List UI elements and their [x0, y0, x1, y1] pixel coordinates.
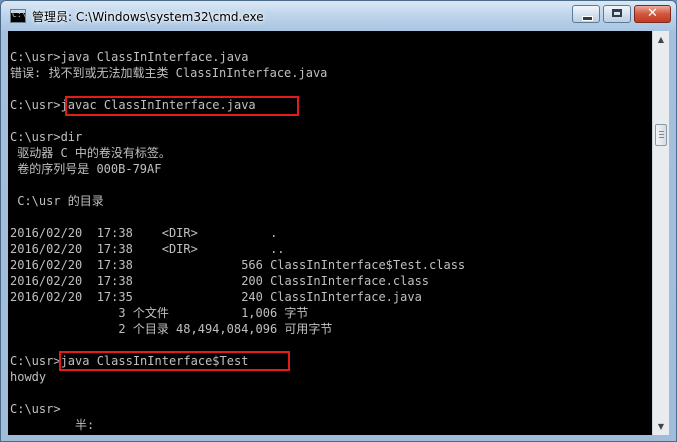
- console-line: 2 个目录 48,494,084,096 可用字节: [10, 322, 333, 336]
- console-line: 错误: 找不到或无法加载主类 ClassInInterface.java: [10, 66, 328, 80]
- console-line: 卷的序列号是 000B-79AF: [10, 162, 162, 176]
- cmd-app-icon[interactable]: C:\: [10, 9, 26, 23]
- window-title: 管理员: C:\Windows\system32\cmd.exe: [32, 10, 264, 24]
- minimize-button[interactable]: [572, 5, 600, 23]
- maximize-icon: [612, 9, 622, 17]
- highlight-java-test-command: [59, 351, 290, 371]
- title-bar[interactable]: C:\ 管理员: C:\Windows\system32\cmd.exe ✕: [1, 1, 676, 31]
- thumb-grip-line: [659, 137, 664, 138]
- console-line: 2016/02/20 17:38 200 ClassInInterface.cl…: [10, 274, 430, 288]
- thumb-grip-line: [659, 134, 664, 135]
- console-line: 驱动器 C 中的卷没有标签。: [10, 146, 171, 160]
- cmd-window: C:\ 管理员: C:\Windows\system32\cmd.exe ✕ C…: [0, 0, 677, 442]
- close-button[interactable]: ✕: [634, 5, 671, 23]
- console-line: 2016/02/20 17:38 <DIR> ..: [10, 242, 285, 256]
- close-icon: ✕: [647, 6, 658, 21]
- console-line: 3 个文件 1,006 字节: [10, 306, 309, 320]
- console-output[interactable]: C:\usr>java ClassInInterface.java 错误: 找不到…: [8, 31, 652, 435]
- console-line: howdy: [10, 370, 47, 384]
- minimize-icon: [582, 16, 593, 21]
- icon-prompt-glyph: C:\: [12, 10, 27, 19]
- console-line: C:\usr>: [10, 402, 61, 416]
- scroll-up-icon[interactable]: ▲: [653, 31, 669, 48]
- thumb-grip-line: [659, 131, 664, 132]
- console-line: 2016/02/20 17:38 <DIR> .: [10, 226, 278, 240]
- console-text: C:\usr>java ClassInInterface.java 错误: 找不到…: [8, 31, 652, 433]
- console-line: C:\usr 的目录: [10, 194, 104, 208]
- console-line: C:\usr>dir: [10, 130, 83, 144]
- vertical-scrollbar[interactable]: ▲ ▼: [652, 31, 669, 435]
- maximize-button[interactable]: [603, 5, 631, 23]
- console-line: 2016/02/20 17:35 240 ClassInInterface.ja…: [10, 290, 422, 304]
- console-line: 2016/02/20 17:38 566 ClassInInterface$Te…: [10, 258, 466, 272]
- console-line: C:\usr>java ClassInInterface.java: [10, 50, 249, 64]
- scrollbar-thumb[interactable]: [655, 124, 667, 146]
- highlight-javac-command: [65, 96, 299, 116]
- console-line: 半:: [10, 418, 95, 432]
- scroll-down-icon[interactable]: ▼: [653, 418, 669, 435]
